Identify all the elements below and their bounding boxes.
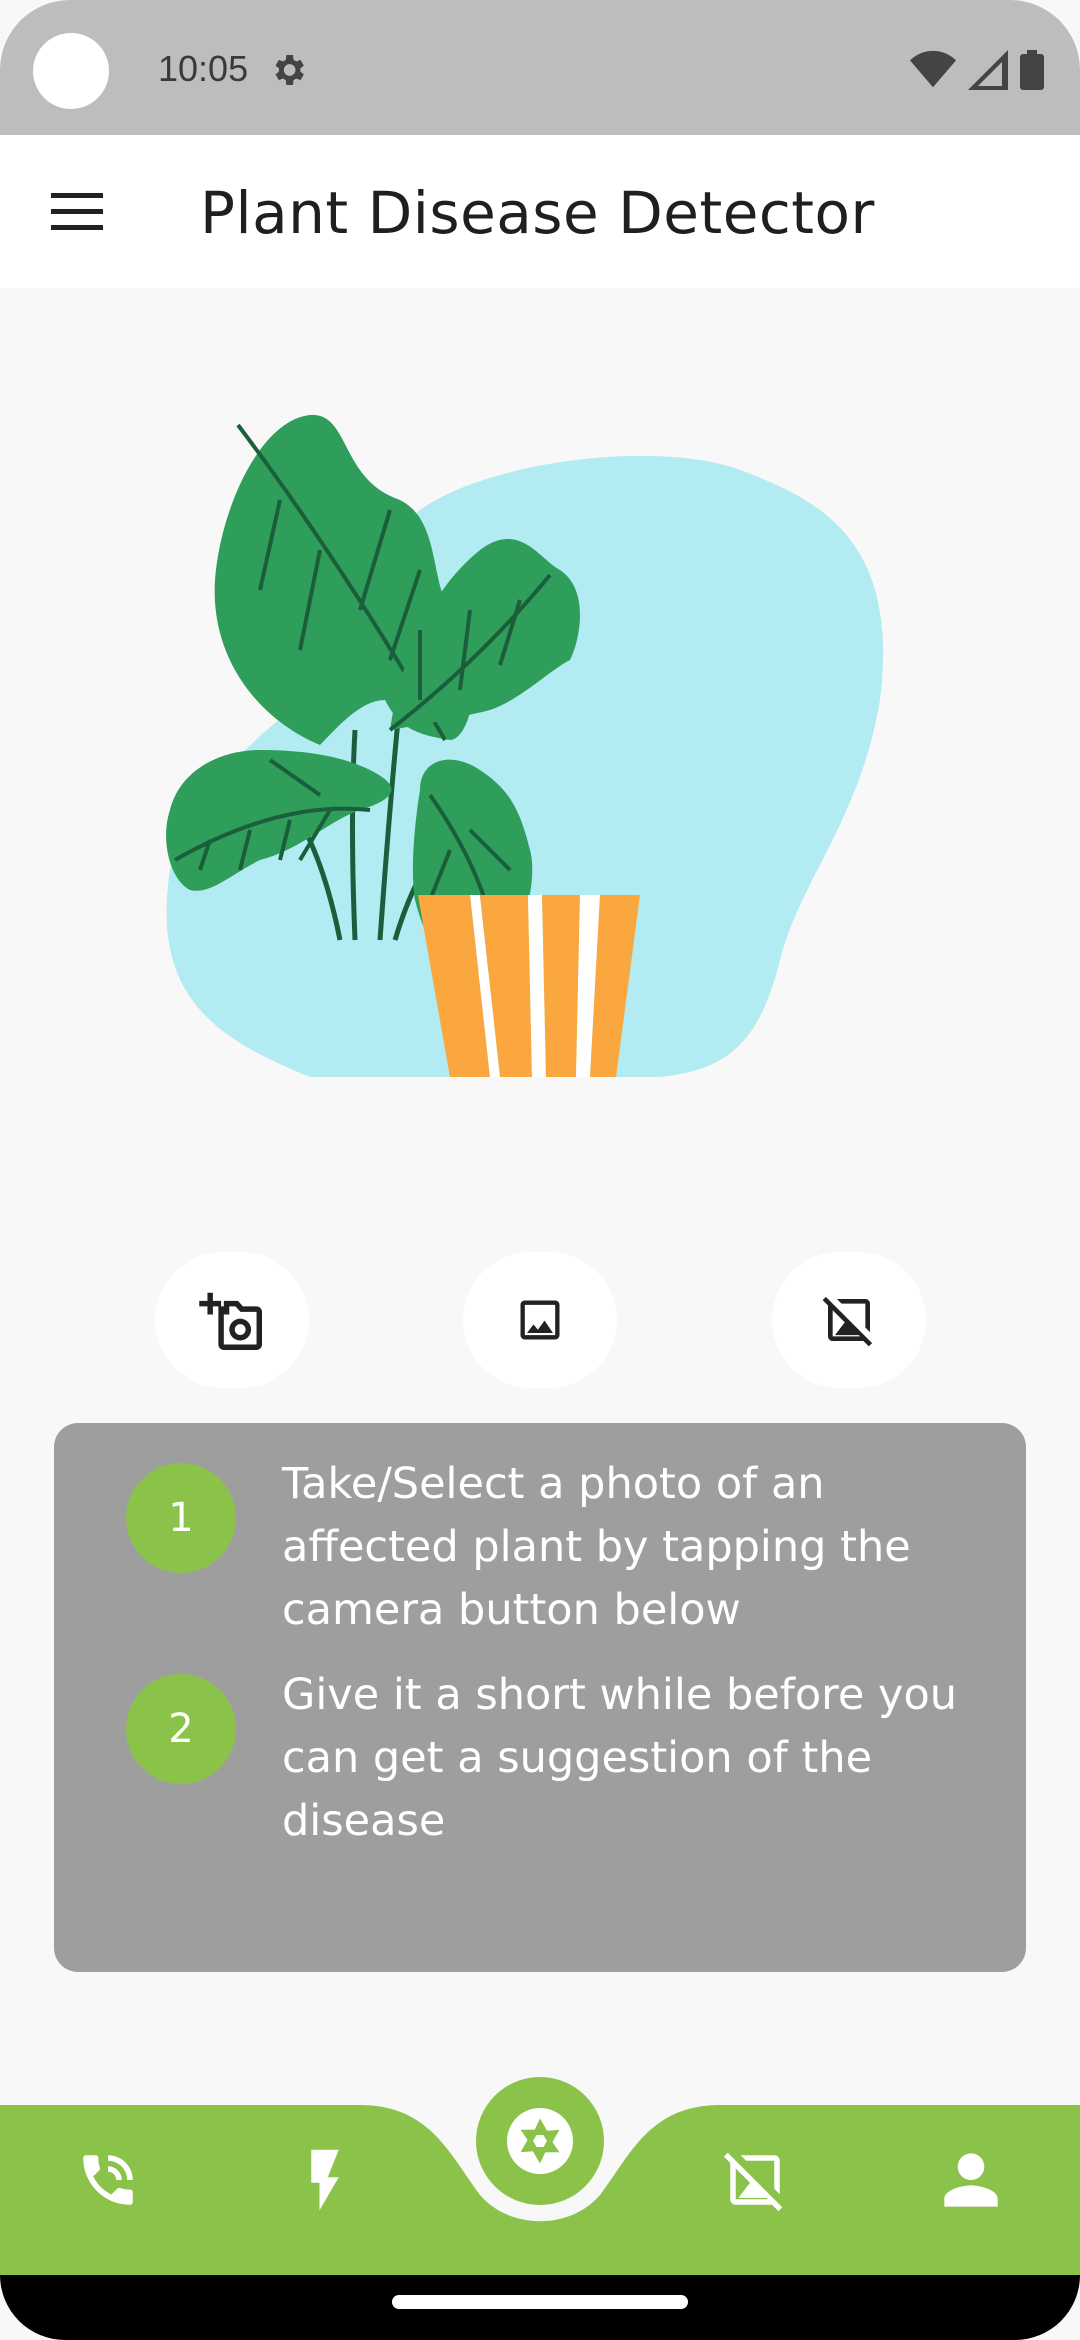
- status-bar: 10:05: [0, 0, 1080, 135]
- nav-item-profile[interactable]: [916, 2125, 1026, 2235]
- wifi-icon: [910, 50, 956, 88]
- plant-illustration: [166, 414, 884, 1077]
- nav-item-call[interactable]: [53, 2125, 163, 2235]
- step-text: Take/Select a photo of an affected plant…: [282, 1459, 911, 1635]
- app-bar: Plant Disease Detector: [0, 135, 1080, 288]
- instructions-card: 1 Take/Select a photo of an affected pla…: [54, 1423, 1026, 1972]
- nav-item-diseases[interactable]: [700, 2125, 810, 2235]
- instruction-step-2: 2 Give it a short while before you can g…: [126, 1664, 962, 1853]
- instruction-step-1: 1 Take/Select a photo of an affected pla…: [126, 1453, 962, 1642]
- image-gallery-icon: [520, 1300, 560, 1340]
- camera-capture-button[interactable]: [476, 2077, 604, 2205]
- add-photo-camera-icon: [199, 1292, 262, 1350]
- flash-icon: [311, 2149, 339, 2211]
- camera-shutter-icon: [507, 2108, 573, 2174]
- signal-icon: [968, 50, 1008, 90]
- battery-icon: [1020, 50, 1044, 90]
- person-icon: [944, 2153, 998, 2207]
- step-number-badge: 1: [126, 1463, 236, 1573]
- take-photo-button[interactable]: [155, 1252, 309, 1388]
- hamburger-menu-icon[interactable]: [40, 175, 114, 249]
- nav-item-flash[interactable]: [270, 2125, 380, 2235]
- page-title: Plant Disease Detector: [200, 179, 875, 247]
- hide-image-icon: [822, 1296, 873, 1347]
- clear-image-button[interactable]: [772, 1252, 926, 1388]
- status-time: 10:05: [158, 48, 249, 89]
- status-icons: [910, 50, 1044, 90]
- step-text: Give it a short while before you can get…: [282, 1670, 958, 1846]
- plant-disease-icon: [723, 2152, 783, 2212]
- phone-call-icon: [83, 2155, 133, 2205]
- step-number-badge: 2: [126, 1674, 236, 1784]
- camera-cutout: [33, 33, 109, 109]
- select-image-button[interactable]: [463, 1252, 617, 1388]
- home-gesture-handle[interactable]: [392, 2295, 688, 2309]
- system-gesture-area: [0, 2275, 1080, 2340]
- settings-icon: [275, 55, 304, 85]
